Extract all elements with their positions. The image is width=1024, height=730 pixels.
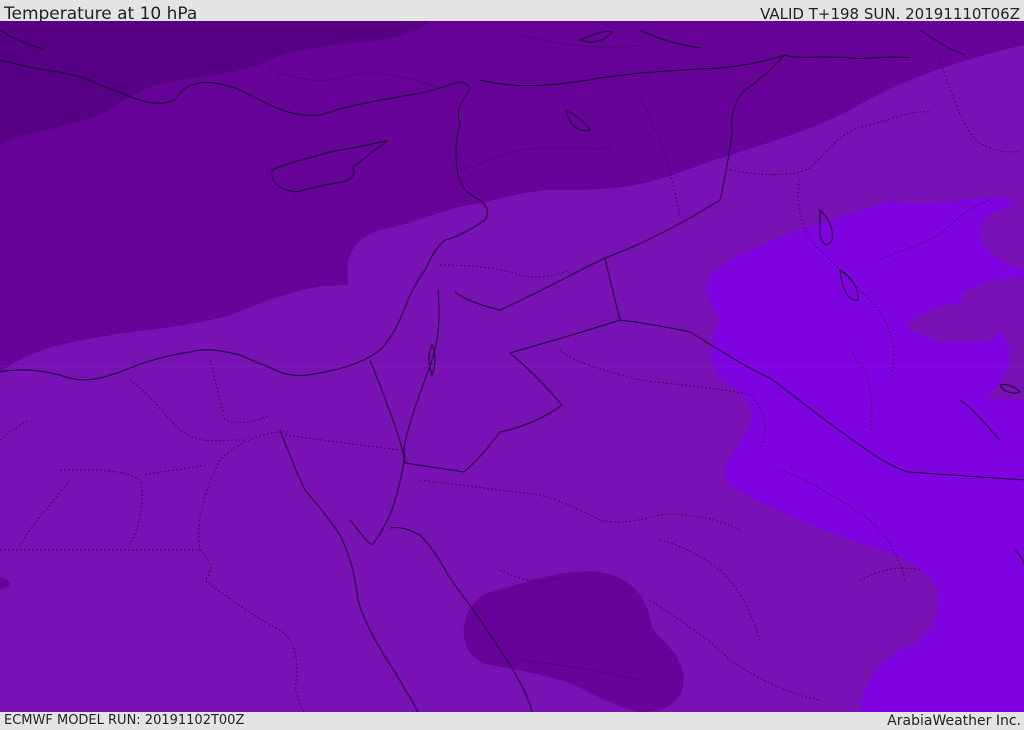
footer-bar: ECMWF MODEL RUN: 20191102T00Z ArabiaWeat… bbox=[0, 712, 1024, 729]
header-bar: Temperature at 10 hPa VALID T+198 SUN. 2… bbox=[0, 0, 1024, 24]
model-run: ECMWF MODEL RUN: 20191102T00Z bbox=[4, 713, 245, 728]
map-canvas bbox=[0, 21, 1024, 712]
credit-label: ArabiaWeather Inc. bbox=[887, 713, 1021, 729]
temperature-map[interactable] bbox=[0, 21, 1024, 712]
